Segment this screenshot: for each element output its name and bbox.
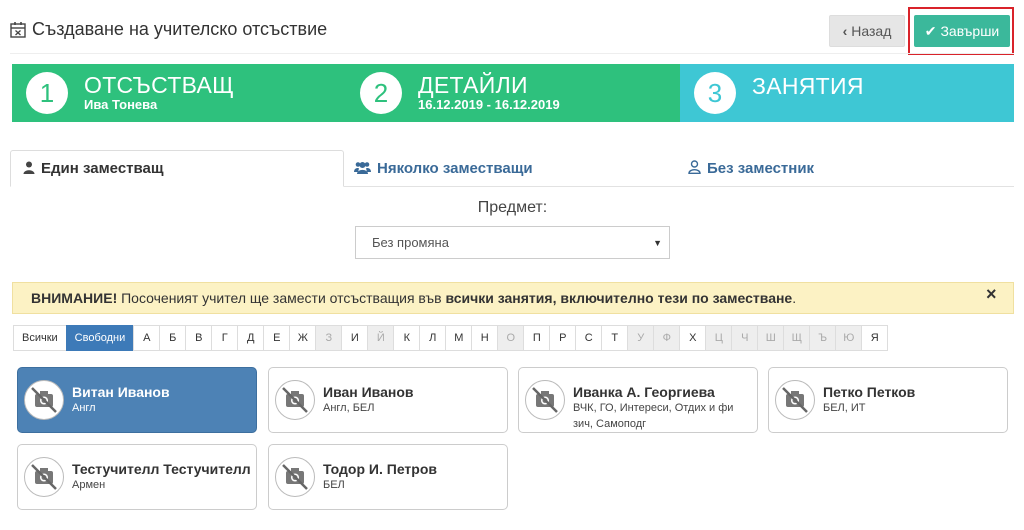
warning-alert: ВНИМАНИЕ! Посоченият учител ще замести о… xyxy=(12,282,1014,314)
alert-strong-prefix: ВНИМАНИЕ! xyxy=(31,290,118,306)
letter-filter-item[interactable]: О xyxy=(497,325,525,351)
no-photo-icon xyxy=(525,380,565,420)
teacher-name: Иван Иванов xyxy=(323,384,414,400)
no-photo-icon xyxy=(24,457,64,497)
tab-label: Без заместник xyxy=(707,160,815,177)
teacher-subjects: Англ, БЕЛ xyxy=(323,402,375,414)
subject-select-value: Без промяна xyxy=(372,235,449,250)
teacher-name: Иванка А. Георгиева xyxy=(573,384,715,400)
letter-filter-item[interactable]: П xyxy=(523,325,551,351)
letter-filter-item[interactable]: Щ xyxy=(783,325,811,351)
letter-filter-item[interactable]: Н xyxy=(471,325,499,351)
finish-button-label: Завърши xyxy=(940,23,1000,39)
tab-label: Няколко заместващи xyxy=(377,160,533,177)
letter-filter-item[interactable]: Ц xyxy=(705,325,733,351)
letter-filter-item[interactable]: Д xyxy=(237,325,265,351)
page-title: Създаване на учителско отсъствие xyxy=(32,18,328,39)
letter-filter: Всички Свободни А Б В Г Д Е Ж З И Й К Л М Н О П Р С Т У Ф Х Ц Ч Ш Щ… xyxy=(13,325,889,351)
subject-label: Предмет: xyxy=(477,199,548,216)
letter-filter-item[interactable]: Ж xyxy=(289,325,317,351)
tab-multiple-substitutes[interactable]: Няколко заместващи xyxy=(354,150,533,187)
teacher-card[interactable]: Тодор И. Петров БЕЛ xyxy=(268,444,508,510)
teacher-card[interactable]: Тестучителл Тестучителл Армен xyxy=(17,444,257,510)
letter-filter-item[interactable]: Х xyxy=(679,325,707,351)
page-header: Създаване на учителско отсъствие xyxy=(10,14,327,44)
letter-filter-item[interactable]: И xyxy=(341,325,369,351)
alert-suffix: . xyxy=(792,290,797,306)
step-title: ЗАНЯТИЯ xyxy=(752,73,864,99)
teacher-name: Тестучителл Тестучителл xyxy=(72,461,251,477)
check-icon: ✔ xyxy=(924,22,937,39)
teacher-subjects: БЕЛ xyxy=(323,479,345,491)
letter-filter-item[interactable]: Я xyxy=(861,325,889,351)
step-title: ОТСЪСТВАЩ xyxy=(84,72,235,98)
teacher-name: Тодор И. Петров xyxy=(323,461,437,477)
step-number: 3 xyxy=(694,72,736,114)
letter-filter-item[interactable]: Ч xyxy=(731,325,759,351)
letter-filter-item[interactable]: В xyxy=(185,325,213,351)
teacher-subjects: БЕЛ, ИТ xyxy=(823,402,866,414)
step-title: ДЕТАЙЛИ xyxy=(418,72,528,98)
letter-filter-item[interactable]: Ф xyxy=(653,325,681,351)
header-divider xyxy=(10,53,1014,54)
letter-filter-item[interactable]: Ъ xyxy=(809,325,837,351)
no-photo-icon xyxy=(275,457,315,497)
teacher-card[interactable]: Петко Петков БЕЛ, ИТ xyxy=(768,367,1008,433)
letter-filter-item[interactable]: Й xyxy=(367,325,395,351)
letter-filter-item[interactable]: С xyxy=(575,325,603,351)
wizard-step-2: 2 ДЕТАЙЛИ 16.12.2019 - 16.12.2019 xyxy=(346,64,680,122)
chevron-left-icon: ‹ xyxy=(842,23,848,39)
letter-filter-item[interactable]: Всички xyxy=(13,325,67,351)
teacher-subjects: ВЧК, ГО, Интереси, Отдих и фи зич, Самоп… xyxy=(573,402,734,430)
tab-label: Един заместващ xyxy=(41,160,164,177)
teacher-card[interactable]: Иванка А. Георгиева ВЧК, ГО, Интереси, От… xyxy=(518,367,758,433)
user-outline-icon xyxy=(688,160,701,177)
teacher-name: Витан Иванов xyxy=(72,384,170,400)
no-photo-icon xyxy=(24,380,64,420)
teacher-card[interactable]: Витан Иванов Англ xyxy=(17,367,257,433)
letter-filter-item[interactable]: Ш xyxy=(757,325,785,351)
wizard-step-1: 1 ОТСЪСТВАЩ Ива Тонева xyxy=(12,64,346,122)
letter-filter-item[interactable]: Е xyxy=(263,325,291,351)
letter-filter-item[interactable]: М xyxy=(445,325,473,351)
calendar-x-icon xyxy=(10,21,26,38)
tab-single-substitute[interactable]: Един заместващ xyxy=(10,150,344,187)
step-subtitle: 16.12.2019 - 16.12.2019 xyxy=(418,97,560,112)
letter-filter-item[interactable]: Б xyxy=(159,325,187,351)
teacher-subjects: Англ xyxy=(72,402,96,414)
letter-filter-item[interactable]: Р xyxy=(549,325,577,351)
alert-text: Посоченият учител ще замести отсъстващия… xyxy=(117,290,446,306)
alert-close-button[interactable]: × xyxy=(986,284,997,305)
teacher-subjects: Армен xyxy=(72,479,106,491)
step-number: 2 xyxy=(360,72,402,114)
subject-select[interactable]: Без промяна ▼ xyxy=(355,226,670,259)
letter-filter-item[interactable]: А xyxy=(133,325,161,351)
letter-filter-item[interactable]: З xyxy=(315,325,343,351)
teacher-name: Петко Петков xyxy=(823,384,916,400)
step-number: 1 xyxy=(26,72,68,114)
letter-filter-item[interactable]: Ю xyxy=(835,325,863,351)
letter-filter-item[interactable]: К xyxy=(393,325,421,351)
letter-filter-item[interactable]: У xyxy=(627,325,655,351)
no-photo-icon xyxy=(775,380,815,420)
letter-filter-item[interactable]: Л xyxy=(419,325,447,351)
caret-down-icon: ▼ xyxy=(653,238,662,248)
letter-filter-item[interactable]: Свободни xyxy=(65,325,135,351)
finish-button[interactable]: ✔ Завърши xyxy=(914,15,1010,47)
user-icon xyxy=(23,161,35,177)
step-subtitle: Ива Тонева xyxy=(84,97,158,112)
no-photo-icon xyxy=(275,380,315,420)
alert-strong-mid: всички занятия, включително тези по заме… xyxy=(445,290,793,306)
teacher-card[interactable]: Иван Иванов Англ, БЕЛ xyxy=(268,367,508,433)
letter-filter-item[interactable]: Т xyxy=(601,325,629,351)
back-button[interactable]: ‹ Назад xyxy=(829,15,905,47)
back-button-label: Назад xyxy=(851,23,892,39)
letter-filter-item[interactable]: Г xyxy=(211,325,239,351)
tab-no-substitute[interactable]: Без заместник xyxy=(688,150,814,187)
wizard-step-3: 3 ЗАНЯТИЯ xyxy=(680,64,1014,122)
users-icon xyxy=(354,161,371,177)
